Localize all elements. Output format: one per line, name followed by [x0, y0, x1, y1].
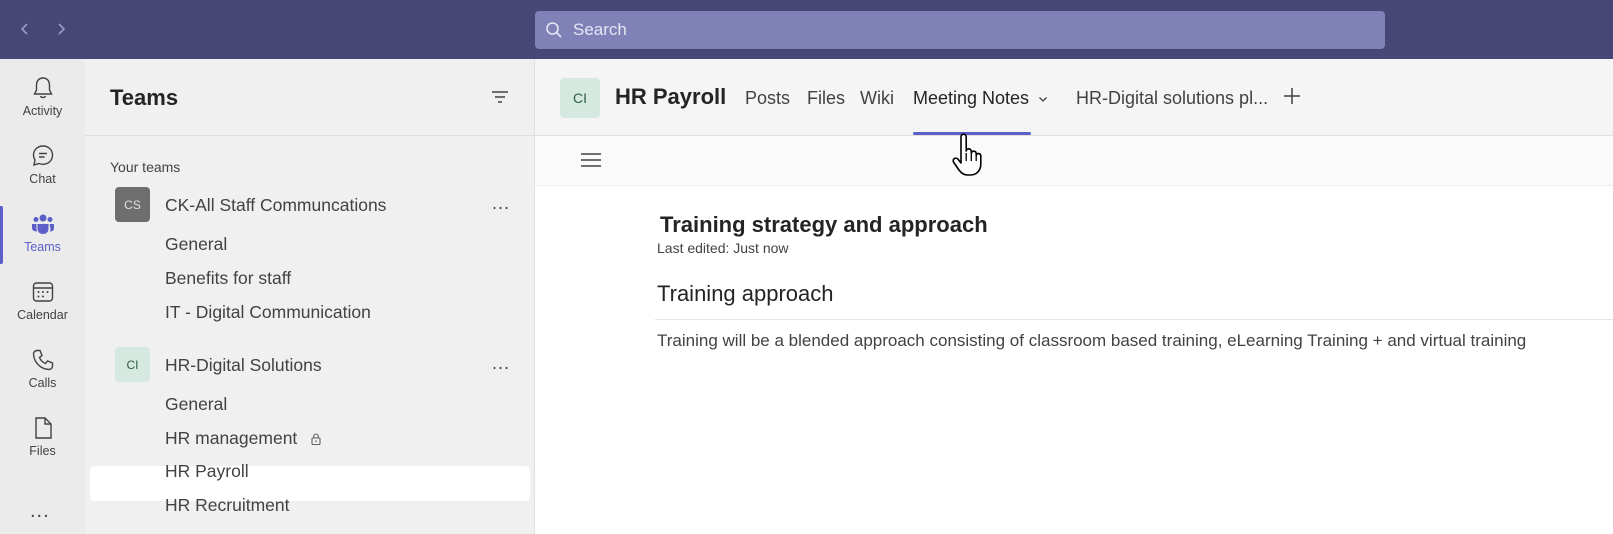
filter-icon[interactable]	[489, 86, 511, 108]
channel-hr-payroll[interactable]: HR Payroll	[165, 461, 249, 482]
chevron-down-icon[interactable]	[1037, 93, 1049, 105]
notes-toolbar	[535, 136, 1613, 186]
rail-item-files[interactable]: Files	[0, 402, 85, 470]
document-title[interactable]: Training strategy and approach	[660, 212, 988, 238]
phone-icon	[32, 349, 53, 370]
teams-panel-header: Teams	[85, 59, 535, 136]
rail-label: Calendar	[17, 307, 68, 322]
rail-item-chat[interactable]: Chat	[0, 130, 85, 198]
chevron-left-icon	[20, 23, 28, 35]
rail-item-calendar[interactable]: Calendar	[0, 266, 85, 334]
rail-label: Files	[29, 443, 56, 458]
last-edited-text: Last edited: Just now	[657, 240, 789, 256]
tab-hr-digital-solutions-plan[interactable]: HR-Digital solutions pl...	[1076, 88, 1268, 109]
channel-it-digital-communication[interactable]: IT - Digital Communication	[165, 302, 371, 323]
team-ck-all-staff[interactable]: CS CK-All Staff Communcations ...	[85, 187, 535, 223]
channel-hr-management[interactable]: HR management	[165, 428, 323, 449]
section-heading[interactable]: Training approach	[657, 281, 834, 307]
hamburger-menu-icon[interactable]	[580, 150, 602, 170]
panel-title: Teams	[110, 85, 179, 110]
main-content: CI HR Payroll Posts Files Wiki Meeting N…	[535, 59, 1613, 534]
channel-general[interactable]: General	[165, 394, 227, 415]
channel-avatar: CI	[560, 78, 600, 118]
title-bar	[0, 0, 1613, 59]
channel-header: CI HR Payroll Posts Files Wiki Meeting N…	[535, 59, 1613, 136]
chevron-right-icon	[58, 23, 66, 35]
rail-item-calls[interactable]: Calls	[0, 334, 85, 402]
tab-files[interactable]: Files	[807, 88, 845, 109]
team-hr-digital-solutions[interactable]: CI HR-Digital Solutions ...	[85, 347, 535, 383]
back-button[interactable]	[14, 18, 36, 40]
search-bar[interactable]	[535, 11, 1385, 49]
active-tab-indicator	[913, 132, 1031, 135]
more-apps-button[interactable]: ...	[30, 500, 50, 523]
team-name: CK-All Staff Communcations	[165, 195, 387, 215]
add-tab-icon[interactable]	[1280, 84, 1304, 108]
team-more-options-button[interactable]: ...	[489, 191, 513, 215]
channel-selected-highlight	[90, 466, 530, 501]
channel-title: HR Payroll	[615, 84, 727, 109]
rail-label: Calls	[28, 375, 57, 390]
your-teams-label: Your teams	[110, 159, 181, 175]
rail-item-activity[interactable]: Activity	[0, 62, 85, 130]
team-more-options-button[interactable]: ...	[489, 351, 513, 375]
forward-button[interactable]	[50, 18, 72, 40]
channel-benefits-for-staff[interactable]: Benefits for staff	[165, 268, 291, 289]
file-icon	[34, 416, 52, 439]
calendar-icon	[32, 281, 53, 302]
team-avatar: CS	[115, 187, 150, 222]
channel-hr-recruitment[interactable]: HR Recruitment	[165, 495, 289, 516]
tab-wiki[interactable]: Wiki	[860, 88, 894, 109]
rail-label: Teams	[24, 239, 61, 254]
tab-posts[interactable]: Posts	[745, 88, 790, 109]
search-icon	[546, 22, 562, 38]
app-rail: Activity Chat Teams Calendar Calls Files…	[0, 59, 85, 534]
team-avatar: CI	[115, 347, 150, 382]
rail-label: Activity	[22, 103, 63, 118]
tab-label: Meeting Notes	[913, 88, 1030, 108]
rail-label: Chat	[29, 171, 56, 186]
rail-item-teams[interactable]: Teams	[0, 198, 85, 266]
teams-panel: Teams Your teams CS CK-All Staff Communc…	[85, 59, 535, 534]
teams-icon	[31, 214, 54, 234]
tab-meeting-notes[interactable]: Meeting Notes	[913, 88, 1049, 109]
divider	[655, 319, 1613, 320]
search-input[interactable]	[573, 20, 1373, 40]
lock-icon	[311, 432, 321, 445]
team-name: HR-Digital Solutions	[165, 355, 322, 375]
bell-icon	[32, 76, 53, 98]
channel-label: HR management	[165, 428, 298, 448]
channel-general[interactable]: General	[165, 234, 227, 255]
section-paragraph[interactable]: Training will be a blended approach cons…	[657, 331, 1526, 351]
chat-icon	[32, 144, 53, 166]
